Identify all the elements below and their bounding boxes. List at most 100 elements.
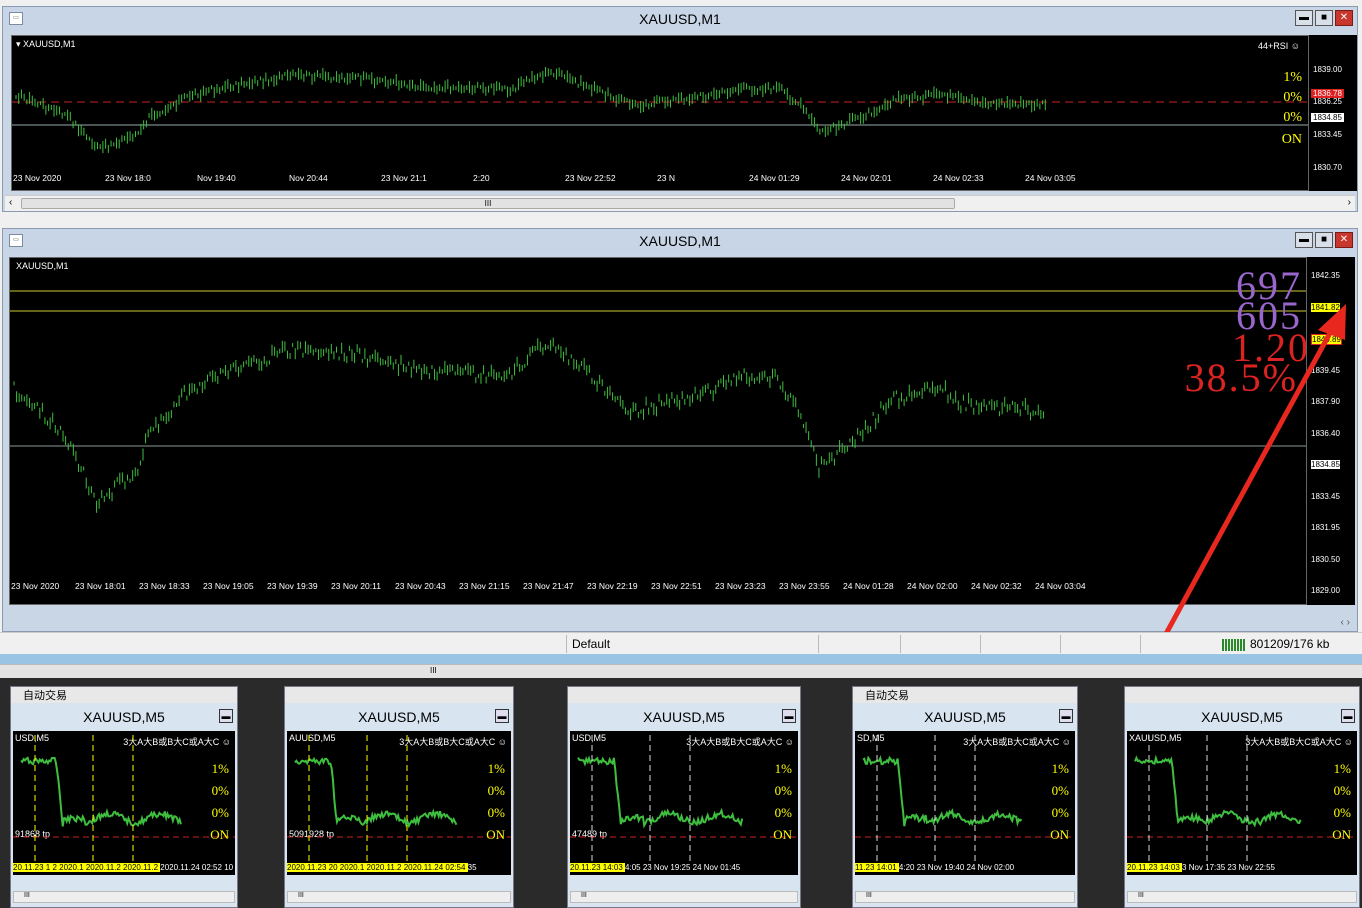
mini-date-tick: 4:05: [625, 863, 643, 872]
pct-label: 1%: [211, 761, 229, 776]
mini-scrollbar[interactable]: III: [570, 891, 798, 903]
mini-price-chart[interactable]: USD,M5 3大A大B或B大C或A大C ☺ 91868 tp 1% 0% 0%…: [13, 731, 235, 875]
scroll-nav[interactable]: ‹ ›: [1341, 617, 1350, 628]
mini-date-tick: 2020.11.2: [366, 863, 404, 872]
horizontal-scrollbar[interactable]: ‹ III ›: [5, 195, 1355, 211]
scroll-left-icon[interactable]: ‹: [9, 197, 12, 208]
pct-label: 1%: [1283, 70, 1302, 85]
mini-price-chart[interactable]: AUUSD,M5 3大A大B或B大C或A大C ☺ 5091928 tp 1% 0…: [287, 731, 511, 875]
pct-label: 0%: [774, 783, 792, 798]
scroll-thumb[interactable]: III: [21, 198, 955, 209]
mini-chart-window: 自动交易 XAUUSD,M5 ▬ USD,M5 3大A大B或B大C或A大C ☺ …: [10, 686, 238, 908]
mini-scrollbar[interactable]: III: [855, 891, 1075, 903]
pct-label: ON: [486, 827, 505, 842]
mini-toolbar[interactable]: 自动交易: [11, 687, 237, 703]
mini-price-chart[interactable]: SD,M5 3大A大B或B大C或A大C ☺ 1% 0% 0% ON 11.23 …: [855, 731, 1075, 875]
price-line: [20, 756, 182, 827]
price-line: [862, 754, 1023, 827]
mini-date-tick: 23 Nov 19:40: [916, 863, 967, 872]
mini-date-tick: 2020.11.2: [123, 863, 161, 872]
minimize-button[interactable]: ▬: [782, 709, 796, 723]
minimize-button[interactable]: ▬: [1341, 709, 1355, 723]
mini-date-tick: 20.11.23: [13, 863, 46, 872]
mini-date-tick: 35: [467, 863, 477, 872]
time-tick: 23 Nov 20:43: [395, 581, 446, 591]
connection-bars-icon: [1222, 639, 1246, 651]
price-tick: 1837.90: [1311, 397, 1340, 406]
mini-window-title[interactable]: XAUUSD,M5: [568, 705, 800, 729]
big-value-4: 38.5%: [1184, 355, 1298, 400]
pct-label: ON: [210, 827, 229, 842]
status-divider: [980, 635, 981, 653]
minimize-button[interactable]: ▬: [1295, 10, 1313, 26]
window-titlebar[interactable]: ▭ XAUUSD,M1 ▬ ■ ✕: [3, 229, 1357, 253]
time-tick: 23 Nov 18:01: [75, 581, 126, 591]
mini-toolbar[interactable]: [568, 687, 800, 703]
maximize-button[interactable]: ■: [1315, 232, 1333, 248]
pct-label: 0%: [1333, 783, 1351, 798]
time-tick: 23 Nov 20:11: [331, 581, 381, 591]
minimize-button[interactable]: ▬: [1059, 709, 1073, 723]
mini-toolbar[interactable]: 自动交易: [853, 687, 1077, 703]
pct-label: 1%: [1051, 761, 1069, 776]
candles-svg: [10, 290, 1306, 513]
price-tick: 1829.00: [1311, 586, 1340, 595]
mini-date-tick: 11.23 14:01: [855, 863, 899, 872]
mini-candles-svg: [855, 735, 1075, 865]
scroll-grip[interactable]: III: [430, 666, 437, 675]
pct-label: 0%: [1051, 783, 1069, 798]
price-line: [1134, 754, 1302, 828]
price-tick: 1831.95: [1311, 523, 1340, 532]
mini-window-title[interactable]: XAUUSD,M5: [1125, 705, 1359, 729]
price-tick: 1842.35: [1311, 271, 1340, 280]
mini-date-axis: 20.11.23 1 2 2020.1 2020.11.2 2020.11.2 …: [13, 863, 235, 875]
pct-label: 0%: [774, 805, 792, 820]
time-tick: 23 Nov 19:05: [203, 581, 254, 591]
mini-candles-svg: [570, 735, 798, 865]
price-tick: 1830.70: [1313, 163, 1342, 172]
mini-price-chart[interactable]: XAUUSD,M5 3大A大B或B大C或A大C ☺ 1% 0% 0% ON 20…: [1127, 731, 1357, 875]
mini-window-title[interactable]: XAUUSD,M5: [285, 705, 513, 729]
pct-label: 0%: [487, 805, 505, 820]
mini-price-chart[interactable]: USD,M5 3大A大B或B大C或A大C ☺ 47489 tp 1% 0% 0%…: [570, 731, 798, 875]
time-tick: 23 N: [657, 173, 675, 183]
close-button[interactable]: ✕: [1335, 10, 1353, 26]
minimize-button[interactable]: ▬: [495, 709, 509, 723]
time-tick: 23 Nov 22:51: [651, 581, 702, 591]
price-tick: 1830.50: [1311, 554, 1340, 564]
mini-date-tick: 2020.1: [59, 863, 86, 872]
mini-date-tick: 10: [224, 863, 234, 872]
minimize-button[interactable]: ▬: [1295, 232, 1313, 248]
mini-candles-svg: [287, 735, 511, 865]
mini-toolbar[interactable]: [1125, 687, 1359, 703]
mini-chart-window: XAUUSD,M5 ▬ USD,M5 3大A大B或B大C或A大C ☺ 47489…: [567, 686, 801, 908]
status-bar: ‹ › Default 801209/176 kb: [0, 617, 1362, 654]
mini-date-tick: 20: [328, 863, 340, 872]
window-title: XAUUSD,M1: [639, 233, 721, 249]
window-titlebar[interactable]: ▭ XAUUSD,M1 ▬ ■ ✕: [3, 7, 1357, 31]
mini-scrollbar[interactable]: III: [1127, 891, 1357, 903]
time-tick: 24 Nov 02:32: [971, 581, 1022, 591]
price-chart[interactable]: XAUUSD,M1 697 605 1.20 38.5%: [9, 257, 1307, 605]
red-price-badge: 1836.78: [1311, 89, 1344, 98]
mini-toolbar[interactable]: [285, 687, 513, 703]
mini-scrollbar[interactable]: III: [287, 891, 511, 903]
scroll-right-icon[interactable]: ›: [1348, 197, 1351, 208]
pct-label: 0%: [1283, 110, 1302, 125]
pct-label: 1%: [774, 761, 792, 776]
time-tick: 24 Nov 01:29: [749, 173, 800, 183]
minimize-button[interactable]: ▬: [219, 709, 233, 723]
time-tick: 24 Nov 02:00: [907, 581, 958, 591]
mini-date-axis: 20.11.23 14:03 4:05 23 Nov 19:25 24 Nov …: [570, 863, 798, 875]
mini-window-title[interactable]: XAUUSD,M5: [853, 705, 1077, 729]
price-chart[interactable]: ▾ XAUUSD,M1 44+RSI ☺ 1% 0% 0% ON: [11, 35, 1309, 191]
close-button[interactable]: ✕: [1335, 232, 1353, 248]
mini-window-title[interactable]: XAUUSD,M5: [11, 705, 237, 729]
price-tick: 1836.25: [1313, 97, 1342, 106]
pct-label: 0%: [211, 805, 229, 820]
mini-date-tick: 4:20: [898, 863, 917, 872]
chart-window-icon: ▭: [9, 12, 23, 25]
mini-scrollbar[interactable]: III: [13, 891, 235, 903]
lower-scrollbar[interactable]: III: [0, 664, 1362, 678]
maximize-button[interactable]: ■: [1315, 10, 1333, 26]
